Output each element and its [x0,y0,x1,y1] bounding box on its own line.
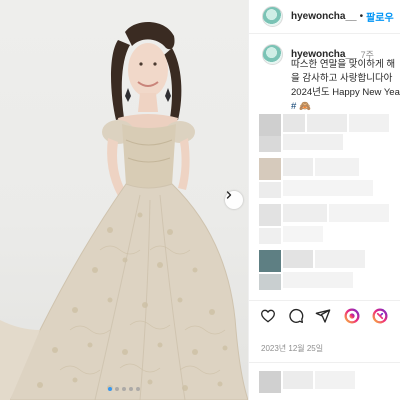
carousel-dot [108,387,112,391]
caption-emoji: 🙈 [298,101,311,112]
reels-button[interactable] [343,307,361,325]
action-bar [249,300,400,330]
caption-avatar[interactable] [262,44,283,65]
post-sidebar: hyewoncha__ • 팔로우 hyewoncha__ 7주 따스한 연말을… [248,0,400,400]
post-photo[interactable] [0,0,248,400]
chevron-right-icon [226,191,232,199]
header-username[interactable]: hyewoncha__ [291,11,357,22]
carousel-dot [129,387,133,391]
comments-list [249,112,400,292]
comment-item [259,250,400,292]
bride-in-gown-image [0,21,248,400]
carousel-dot [122,387,126,391]
hashtag-link[interactable]: # [291,101,296,112]
paper-plane-icon [315,309,331,323]
comment-item [259,112,400,154]
post-caption: hyewoncha__ 7주 따스한 연말을 맞이하게 해 을 감사하고 사랑합… [262,44,400,114]
heart-icon [261,309,275,323]
caption-line-3: 2024년도 Happy New Year [291,87,400,98]
header-separator: • [359,11,364,22]
post-date[interactable]: 2023년 12월 25일 [261,343,323,354]
carousel-dot [136,387,140,391]
add-comment-area [249,362,400,400]
caption-line-2: 을 감사하고 사랑합니다아 [291,73,393,84]
comment-button[interactable] [287,307,305,325]
carousel-dot [115,387,119,391]
comment-icon [289,309,304,323]
share-button[interactable] [314,307,332,325]
reels-button-secondary[interactable] [371,307,389,325]
reels-icon [344,308,360,324]
carousel-dots [0,387,248,391]
reels-icon [372,308,388,324]
caption-line-1: 따스한 연말을 맞이하게 해 [291,59,396,70]
comment-item [259,204,400,246]
comment-item [259,158,400,200]
next-photo-button[interactable] [225,191,243,209]
avatar[interactable] [262,6,283,27]
like-button[interactable] [259,307,277,325]
post-header: hyewoncha__ • 팔로우 [249,0,400,34]
follow-button[interactable]: 팔로우 [366,9,394,24]
